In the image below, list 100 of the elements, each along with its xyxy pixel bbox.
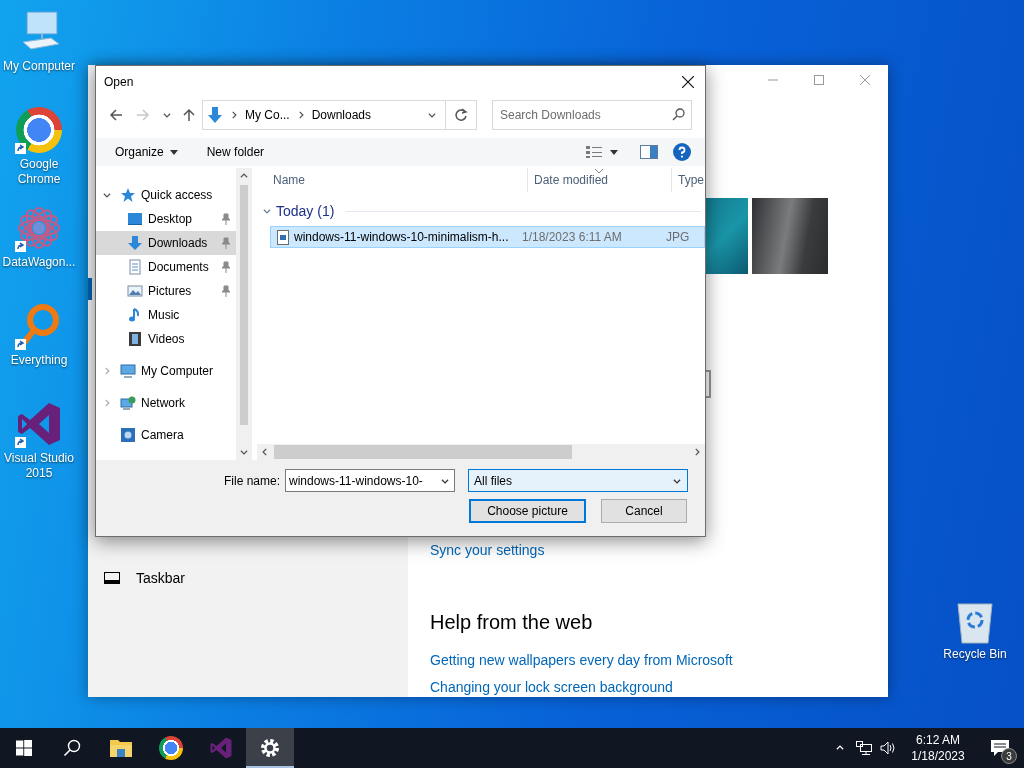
selection-indicator [88, 278, 92, 300]
breadcrumb[interactable]: Downloads [305, 102, 378, 128]
settings-icon [260, 738, 280, 758]
pin-icon[interactable] [221, 285, 231, 297]
flower-pattern-icon [15, 204, 63, 252]
nav-item-label: Camera [141, 428, 184, 442]
nav-item[interactable]: Camera [96, 423, 236, 447]
desktop-icon-label[interactable]: Recycle Bin [936, 647, 1014, 662]
nav-item[interactable]: Network [96, 391, 236, 415]
column-header[interactable]: Name [257, 168, 528, 192]
film-icon [127, 331, 143, 347]
file-type-dropdown[interactable]: All files [468, 469, 688, 492]
refresh-icon [454, 108, 468, 122]
file-row[interactable]: windows-11-windows-10-minimalism-h... 1/18/2023 6:11 AM JPG [270, 226, 705, 248]
taskbar-icon [104, 572, 120, 584]
nav-item-label: Music [148, 308, 180, 322]
picture-icon [127, 283, 143, 299]
chevron-icon [229, 110, 239, 120]
download-arrow-icon [127, 235, 143, 251]
nav-item[interactable]: Videos [96, 327, 236, 351]
scroll-down-icon [239, 447, 249, 457]
organize-button[interactable]: Organize [108, 140, 185, 164]
scrollbar[interactable] [236, 168, 252, 460]
start-icon [16, 740, 32, 756]
nav-item-label: Quick access [141, 188, 213, 202]
file-name-label: File name: [223, 473, 280, 488]
nav-item-label: Downloads [148, 236, 208, 250]
image-file-icon [277, 229, 289, 245]
camera-icon [120, 427, 136, 443]
nav-item-label: Documents [148, 260, 209, 274]
file-type: JPG [665, 230, 690, 244]
breadcrumb[interactable]: My Co... [239, 102, 296, 128]
choose-picture-button[interactable]: Choose picture [469, 499, 586, 523]
cancel-button[interactable]: Cancel [601, 499, 687, 523]
group-header[interactable]: Today (1) [276, 203, 335, 219]
round-logo-icon [159, 736, 183, 760]
nav-item[interactable]: Documents [96, 255, 236, 279]
pin-icon[interactable] [221, 261, 231, 273]
nav-item-label: Pictures [148, 284, 192, 298]
new-folder-button[interactable]: New folder [199, 140, 272, 164]
nav-item[interactable]: Downloads [96, 231, 236, 255]
document-icon [127, 259, 143, 275]
ribbon-logo-icon [209, 736, 233, 760]
help-link[interactable]: Changing your lock screen background [430, 677, 673, 697]
nav-item-label: Desktop [148, 212, 193, 226]
column-header[interactable]: Date modified [528, 168, 672, 192]
nav-item[interactable]: Quick access [96, 183, 236, 207]
help-button[interactable] [673, 140, 691, 164]
scroll-left-icon [260, 447, 270, 457]
taskbar-button[interactable] [246, 728, 294, 768]
nav-item-label: Videos [148, 332, 185, 346]
pin-icon[interactable] [221, 237, 231, 249]
dropdown-chevron-icon [427, 110, 437, 120]
scroll-up-icon [239, 171, 249, 181]
notification-count: 3 [1001, 748, 1017, 764]
network-icon [856, 741, 872, 755]
scrollbar-thumb[interactable] [274, 445, 572, 459]
clock-time: 6:12 AM [916, 733, 960, 747]
notifications-button[interactable]: 3 [976, 728, 1024, 768]
maximize-icon [814, 75, 824, 85]
chevron-icon [162, 110, 172, 120]
clock[interactable]: 6:12 AM 1/18/2023 [900, 728, 976, 768]
up-arrow-icon [182, 108, 196, 122]
nav-item[interactable]: My Computer [96, 359, 236, 383]
speaker-icon [880, 741, 896, 755]
caret-icon [169, 149, 178, 155]
file-date: 1/18/2023 6:11 AM [521, 230, 623, 244]
scrollbar-thumb[interactable] [240, 185, 248, 425]
help-link[interactable]: Getting new wallpapers every day from Microsoft [430, 650, 733, 670]
file-name-field[interactable]: windows-11-windows-10- [285, 469, 455, 492]
address-bar[interactable]: My Co... Downloads [202, 100, 477, 130]
nav-item-label: My Computer [141, 364, 214, 378]
sync-settings-link[interactable]: Sync your settings [430, 540, 545, 560]
recycle-bin-icon [955, 600, 995, 644]
forward-arrow-icon [136, 108, 150, 122]
nav-item[interactable]: Music [96, 303, 236, 327]
close-icon [682, 75, 694, 88]
scroll-right-icon [692, 447, 702, 457]
dropdown-chevron-icon [440, 476, 450, 486]
caret-icon [835, 743, 845, 753]
photo-placeholder[interactable] [752, 198, 828, 274]
desktop-icon [127, 211, 143, 227]
search-field[interactable]: Search Downloads [492, 100, 692, 130]
back-arrow-icon [109, 108, 123, 122]
folder-icon [109, 738, 133, 758]
star-icon [120, 187, 136, 203]
sidebar-item-label: Taskbar [136, 570, 186, 586]
computer-icon [120, 363, 136, 379]
section-heading: Help from the web [430, 610, 594, 635]
pin-icon[interactable] [221, 213, 231, 225]
sidebar-item[interactable]: Taskbar [88, 566, 408, 590]
column-header[interactable]: Type [672, 168, 705, 192]
search-icon [672, 108, 685, 121]
preview-pane-icon [640, 145, 658, 159]
nav-item[interactable]: Pictures [96, 279, 236, 303]
ribbon-logo-icon [15, 400, 63, 448]
network-icon [120, 395, 136, 411]
scrollbar[interactable] [257, 444, 705, 460]
nav-item[interactable]: Desktop [96, 207, 236, 231]
dialog-title: Open [104, 74, 134, 89]
